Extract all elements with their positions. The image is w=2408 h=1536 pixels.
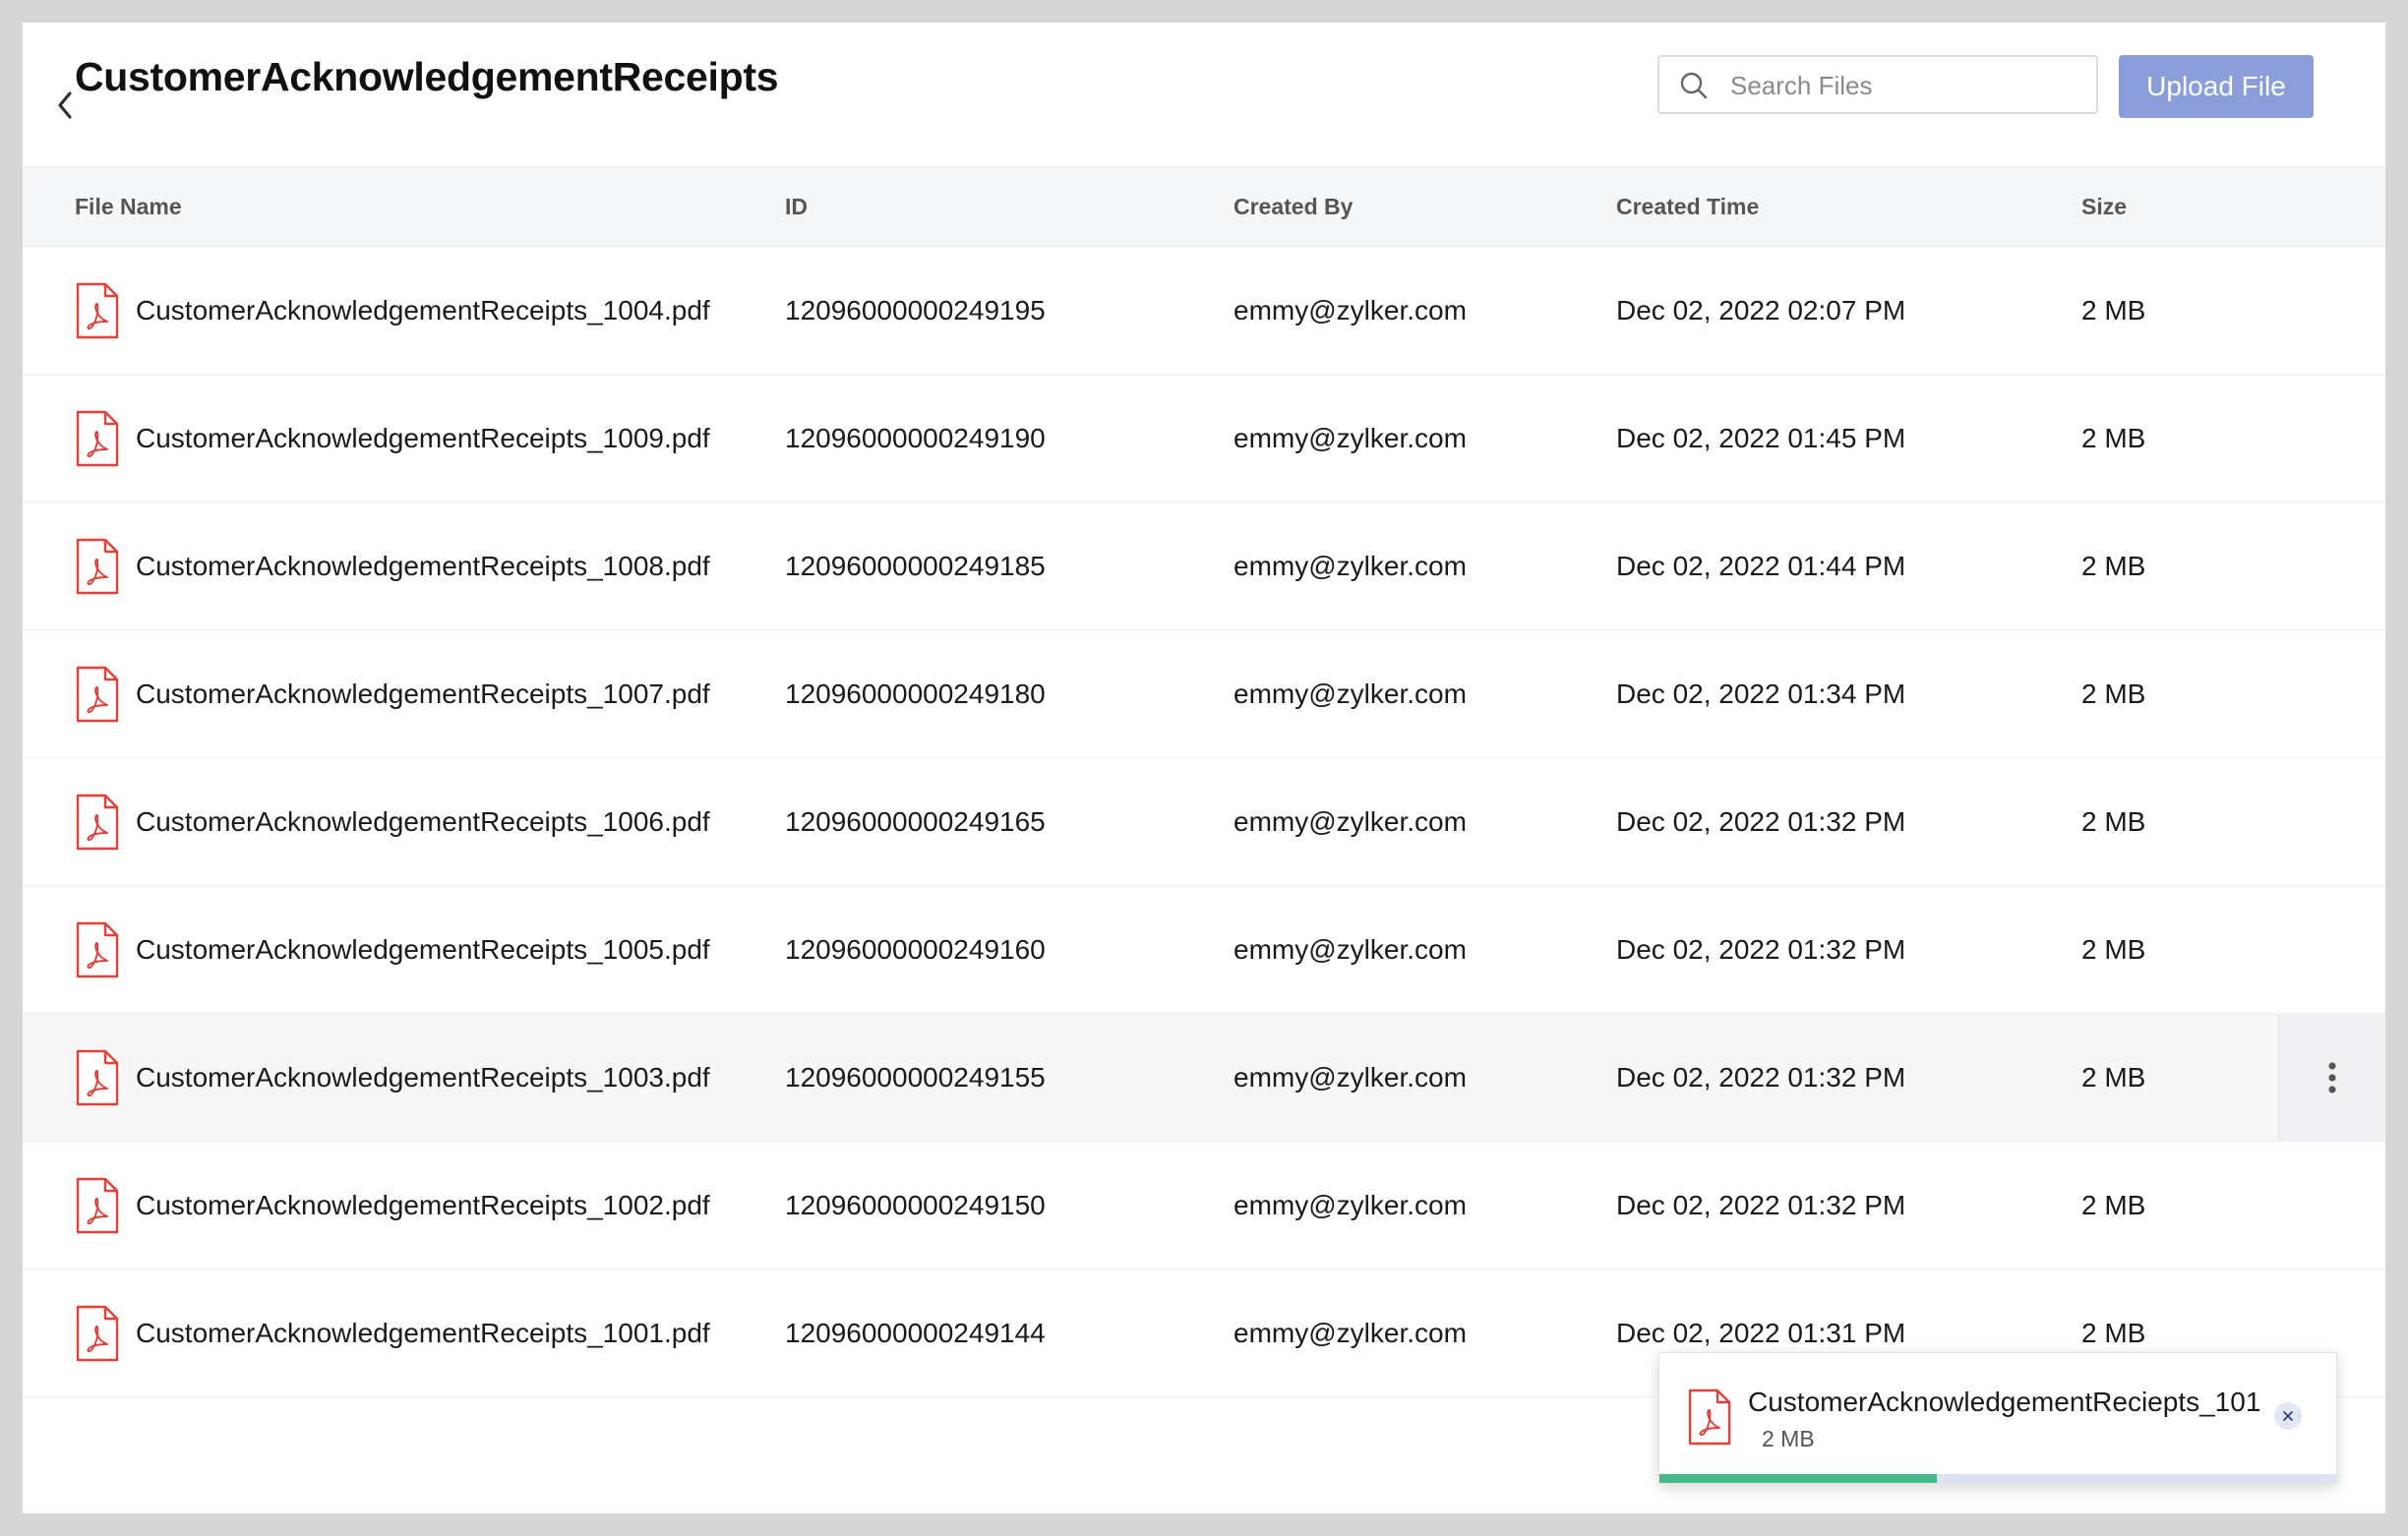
file-name[interactable]: CustomerAcknowledgementReceipts_1006.pdf bbox=[136, 758, 710, 885]
pdf-file-icon bbox=[1688, 1388, 1731, 1446]
file-name-cell: CustomerAcknowledgementReceipts_1001.pdf bbox=[75, 1270, 710, 1396]
file-id: 12096000000249144 bbox=[785, 1318, 1046, 1348]
file-size: 2 MB bbox=[2081, 679, 2146, 709]
pdf-file-icon bbox=[76, 1049, 119, 1105]
search-input[interactable] bbox=[1728, 65, 2086, 106]
created-time: Dec 02, 2022 01:32 PM bbox=[1616, 1190, 1906, 1220]
created-by: emmy@zylker.com bbox=[1234, 295, 1467, 325]
row-more-options-button[interactable] bbox=[2278, 1014, 2385, 1141]
file-id: 12096000000249185 bbox=[785, 551, 1046, 581]
file-id: 12096000000249160 bbox=[785, 934, 1046, 965]
file-name-cell: CustomerAcknowledgementReceipts_1002.pdf bbox=[75, 1142, 710, 1269]
table-header: File Name ID Created By Created Time Siz… bbox=[23, 166, 2385, 247]
table-row[interactable]: CustomerAcknowledgementReceipts_1009.pdf… bbox=[23, 375, 2385, 502]
upload-progress-toast: CustomerAcknowledgementReciepts_101... 2… bbox=[1658, 1352, 2337, 1484]
toast-file-icon-wrap bbox=[1687, 1388, 1732, 1450]
upload-file-button[interactable]: Upload File bbox=[2119, 55, 2314, 118]
file-name[interactable]: CustomerAcknowledgementReceipts_1003.pdf bbox=[136, 1014, 710, 1141]
file-name[interactable]: CustomerAcknowledgementReceipts_1007.pdf bbox=[136, 630, 710, 757]
created-time: Dec 02, 2022 01:32 PM bbox=[1616, 934, 1906, 965]
table-body: CustomerAcknowledgementReceipts_1004.pdf… bbox=[23, 247, 2385, 1397]
file-name-cell: CustomerAcknowledgementReceipts_1006.pdf bbox=[75, 758, 710, 885]
created-time: Dec 02, 2022 01:32 PM bbox=[1616, 1062, 1906, 1093]
file-id: 12096000000249165 bbox=[785, 806, 1046, 837]
table-row[interactable]: CustomerAcknowledgementReceipts_1004.pdf… bbox=[23, 247, 2385, 375]
upload-progress-bar bbox=[1659, 1474, 2336, 1483]
column-header-created-time[interactable]: Created Time bbox=[1616, 167, 1759, 246]
file-manager-window: CustomerAcknowledgementReceipts Upload F… bbox=[23, 23, 2385, 1513]
table-row[interactable]: CustomerAcknowledgementReceipts_1002.pdf… bbox=[23, 1142, 2385, 1270]
file-name-cell: CustomerAcknowledgementReceipts_1003.pdf bbox=[75, 1014, 710, 1141]
file-id: 12096000000249190 bbox=[785, 423, 1046, 453]
top-bar: CustomerAcknowledgementReceipts Upload F… bbox=[23, 23, 2385, 165]
table-row[interactable]: CustomerAcknowledgementReceipts_1007.pdf… bbox=[23, 630, 2385, 758]
files-table: File Name ID Created By Created Time Siz… bbox=[23, 166, 2385, 1397]
file-name[interactable]: CustomerAcknowledgementReceipts_1008.pdf bbox=[136, 502, 710, 629]
pdf-file-icon bbox=[76, 538, 119, 594]
toast-file-size: 2 MB bbox=[1762, 1426, 1815, 1451]
pdf-file-icon bbox=[76, 410, 119, 466]
created-time: Dec 02, 2022 02:07 PM bbox=[1616, 295, 1906, 325]
chevron-left-icon bbox=[58, 91, 72, 119]
created-by: emmy@zylker.com bbox=[1234, 1318, 1467, 1348]
table-row[interactable]: CustomerAcknowledgementReceipts_1003.pdf… bbox=[23, 1014, 2385, 1142]
page-title: CustomerAcknowledgementReceipts bbox=[75, 54, 779, 99]
pdf-file-icon bbox=[76, 794, 119, 850]
file-name[interactable]: CustomerAcknowledgementReceipts_1002.pdf bbox=[136, 1142, 710, 1269]
created-time: Dec 02, 2022 01:32 PM bbox=[1616, 806, 1906, 837]
file-size: 2 MB bbox=[2081, 423, 2146, 453]
created-time: Dec 02, 2022 01:45 PM bbox=[1616, 423, 1906, 453]
more-vertical-icon bbox=[2328, 1061, 2336, 1093]
search-icon bbox=[1680, 72, 1708, 99]
search-box[interactable] bbox=[1657, 55, 2098, 114]
toast-file-name: CustomerAcknowledgementReciepts_101... bbox=[1748, 1387, 2259, 1417]
file-name-cell: CustomerAcknowledgementReceipts_1009.pdf bbox=[75, 375, 710, 502]
file-size: 2 MB bbox=[2081, 1190, 2146, 1220]
file-id: 12096000000249150 bbox=[785, 1190, 1046, 1220]
file-name[interactable]: CustomerAcknowledgementReceipts_1001.pdf bbox=[136, 1270, 710, 1396]
file-size: 2 MB bbox=[2081, 295, 2146, 325]
file-name-cell: CustomerAcknowledgementReceipts_1007.pdf bbox=[75, 630, 710, 757]
created-time: Dec 02, 2022 01:34 PM bbox=[1616, 679, 1906, 709]
created-by: emmy@zylker.com bbox=[1234, 423, 1467, 453]
close-icon bbox=[2283, 1411, 2293, 1421]
column-header-created-by[interactable]: Created By bbox=[1234, 167, 1353, 246]
created-by: emmy@zylker.com bbox=[1234, 806, 1467, 837]
created-by: emmy@zylker.com bbox=[1234, 551, 1467, 581]
file-name[interactable]: CustomerAcknowledgementReceipts_1005.pdf bbox=[136, 886, 710, 1013]
column-header-file-name[interactable]: File Name bbox=[75, 167, 182, 246]
file-id: 12096000000249180 bbox=[785, 679, 1046, 709]
column-header-id[interactable]: ID bbox=[785, 167, 808, 246]
table-row[interactable]: CustomerAcknowledgementReceipts_1006.pdf… bbox=[23, 758, 2385, 886]
pdf-file-icon bbox=[76, 282, 119, 338]
file-size: 2 MB bbox=[2081, 934, 2146, 965]
created-by: emmy@zylker.com bbox=[1234, 934, 1467, 965]
file-name-cell: CustomerAcknowledgementReceipts_1008.pdf bbox=[75, 502, 710, 629]
file-name[interactable]: CustomerAcknowledgementReceipts_1009.pdf bbox=[136, 375, 710, 502]
created-by: emmy@zylker.com bbox=[1234, 1062, 1467, 1093]
file-name-cell: CustomerAcknowledgementReceipts_1005.pdf bbox=[75, 886, 710, 1013]
toast-close-button[interactable] bbox=[2274, 1402, 2302, 1430]
file-name-cell: CustomerAcknowledgementReceipts_1004.pdf bbox=[75, 247, 710, 374]
created-time: Dec 02, 2022 01:44 PM bbox=[1616, 551, 1906, 581]
file-size: 2 MB bbox=[2081, 806, 2146, 837]
file-id: 12096000000249195 bbox=[785, 295, 1046, 325]
created-by: emmy@zylker.com bbox=[1234, 679, 1467, 709]
pdf-file-icon bbox=[76, 921, 119, 977]
table-row[interactable]: CustomerAcknowledgementReceipts_1008.pdf… bbox=[23, 502, 2385, 630]
file-id: 12096000000249155 bbox=[785, 1062, 1046, 1093]
table-row[interactable]: CustomerAcknowledgementReceipts_1005.pdf… bbox=[23, 886, 2385, 1014]
upload-progress-fill bbox=[1659, 1474, 1938, 1483]
file-size: 2 MB bbox=[2081, 551, 2146, 581]
file-size: 2 MB bbox=[2081, 1062, 2146, 1093]
file-name[interactable]: CustomerAcknowledgementReceipts_1004.pdf bbox=[136, 247, 710, 374]
pdf-file-icon bbox=[76, 666, 119, 722]
created-by: emmy@zylker.com bbox=[1234, 1190, 1467, 1220]
column-header-size[interactable]: Size bbox=[2081, 167, 2127, 246]
pdf-file-icon bbox=[76, 1305, 119, 1361]
pdf-file-icon bbox=[76, 1177, 119, 1233]
